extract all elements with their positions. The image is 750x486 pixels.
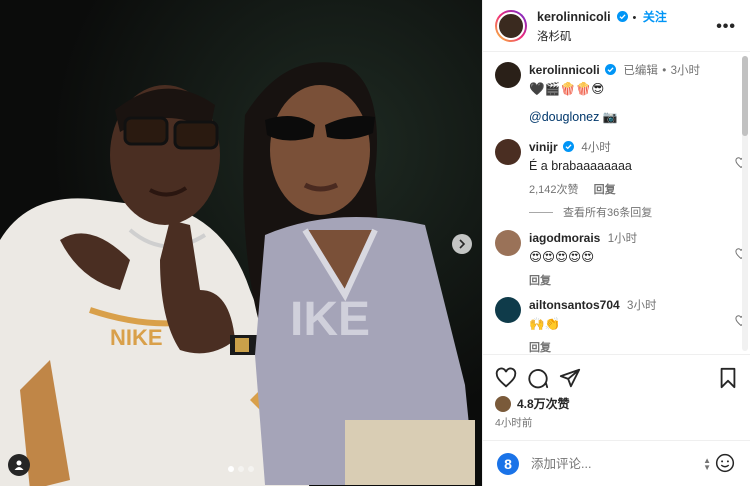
liker-avatar (495, 395, 511, 412)
view-replies-button[interactable]: 查看所有36条回复 (529, 204, 652, 220)
chevron-right-icon (459, 239, 466, 249)
comments-scrollbar[interactable] (742, 56, 748, 351)
comments-list[interactable]: kerolinnicoli 已编辑 • 3小时 🖤🎬🍿🍿😎 @douglonez… (483, 52, 750, 354)
bookmark-icon[interactable] (717, 367, 739, 389)
comment-icon[interactable] (527, 367, 549, 389)
commenter-username[interactable]: vinijr (529, 140, 558, 154)
more-options-icon[interactable]: ••• (716, 18, 736, 36)
caption-avatar[interactable] (495, 62, 521, 88)
comment-item: ailtonsantos704 3小时 🙌👏 回复 (495, 297, 747, 354)
caption-edited: 已编辑 (623, 65, 658, 77)
scrollbar-thumb[interactable] (742, 56, 748, 136)
carousel-dot (248, 466, 254, 472)
verified-badge-icon (605, 64, 617, 75)
instagram-post-modal: NIKE IKE kerolinnicoli • 关注 洛杉矶 ••• kero… (0, 0, 750, 486)
commenter-avatar[interactable] (495, 139, 521, 165)
likes-row[interactable]: 4.8万次赞 (495, 395, 570, 412)
view-replies-label: 查看所有36条回复 (563, 207, 653, 219)
emoji-icon[interactable] (715, 453, 735, 473)
header-dot: • (632, 11, 637, 24)
post-actions-area: 4.8万次赞 4小时前 (483, 354, 750, 440)
comment-time: 1小时 (607, 233, 638, 245)
caption-mention[interactable]: @douglonez (529, 110, 599, 124)
commenter-username[interactable]: iagodmorais (529, 231, 600, 245)
reply-button[interactable]: 回复 (529, 275, 551, 287)
extension-badge-icon[interactable]: 8 (497, 452, 519, 475)
comment-item: vinijr 4小时 É a brabaaaaaaaa 2,142次赞 回复 (495, 139, 747, 198)
likes-count[interactable]: 4.8万次赞 (517, 395, 570, 412)
svg-text:NIKE: NIKE (110, 325, 163, 350)
header-text: kerolinnicoli • 关注 洛杉矶 (537, 8, 667, 44)
reply-button[interactable]: 回复 (529, 342, 551, 354)
tagged-users-button[interactable] (8, 454, 30, 476)
comment-likes[interactable]: 2,142次赞 (529, 184, 579, 196)
next-photo-button[interactable] (452, 234, 472, 254)
caption-dot: • (662, 65, 667, 77)
comment-text: É a brabaaaaaaaa (529, 159, 632, 173)
svg-text:IKE: IKE (290, 293, 370, 346)
comment-text: 🙌👏 (529, 316, 561, 331)
heart-icon[interactable] (495, 367, 517, 389)
caption-username[interactable]: kerolinnicoli (529, 63, 600, 77)
share-icon[interactable] (559, 367, 581, 389)
post-header: kerolinnicoli • 关注 洛杉矶 ••• (483, 0, 750, 52)
carousel-dot-active (228, 466, 234, 472)
commenter-avatar[interactable] (495, 297, 521, 323)
post-location[interactable]: 洛杉矶 (537, 28, 667, 44)
commenter-avatar[interactable] (495, 230, 521, 256)
comment-item: iagodmorais 1小时 😍😍😍😍😍 回复 (495, 230, 747, 289)
sort-arrows-icon[interactable]: ▲ ▼ (703, 457, 711, 472)
author-avatar[interactable] (495, 9, 527, 42)
verified-badge-icon (563, 141, 575, 152)
comment-text: 😍😍😍😍😍 (529, 249, 595, 264)
author-username[interactable]: kerolinnicoli (537, 10, 611, 24)
add-comment-input[interactable] (531, 456, 691, 471)
commenter-username[interactable]: ailtonsantos704 (529, 298, 620, 312)
user-icon (14, 460, 24, 470)
divider-line (529, 211, 553, 213)
post-photo[interactable]: NIKE IKE (0, 0, 482, 486)
verified-badge-icon (617, 10, 629, 22)
follow-button[interactable]: 关注 (643, 10, 667, 24)
posted-time: 4小时前 (495, 417, 533, 429)
reply-button[interactable]: 回复 (594, 184, 616, 196)
caption-time: 3小时 (670, 65, 700, 77)
caption-mention-suffix: 📷 (602, 110, 618, 124)
caption: kerolinnicoli 已编辑 • 3小时 🖤🎬🍿🍿😎 @douglonez… (495, 62, 735, 125)
comment-time: 3小时 (627, 300, 657, 312)
action-bar (495, 367, 739, 391)
comment-time: 4小时 (581, 142, 611, 154)
caption-text: 🖤🎬🍿🍿😎 (529, 81, 605, 96)
post-side-panel: kerolinnicoli • 关注 洛杉矶 ••• kerolinnicoli… (482, 0, 750, 486)
carousel-dot (238, 466, 244, 472)
photo-person-right: IKE (243, 62, 475, 485)
carousel-dots (228, 466, 254, 472)
add-comment-bar: 8 ▲▼ (483, 440, 750, 486)
